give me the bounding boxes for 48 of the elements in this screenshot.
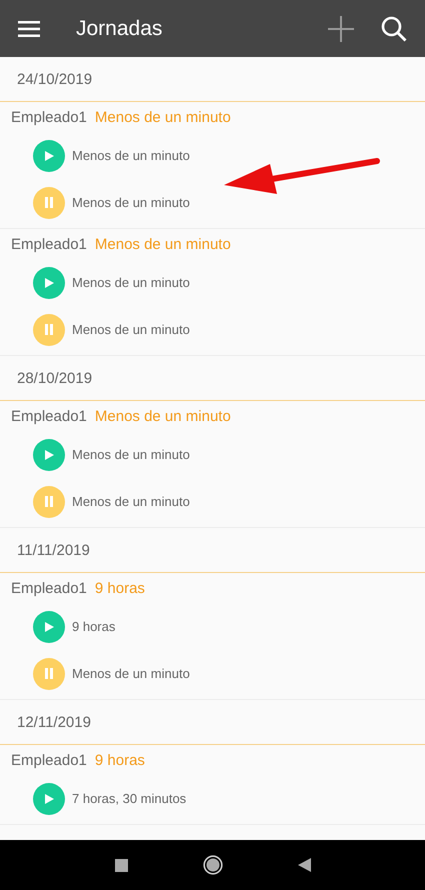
search-icon[interactable] <box>381 16 407 42</box>
date-header: 24/10/2019 <box>0 57 425 102</box>
pause-button[interactable] <box>33 186 65 218</box>
play-icon <box>43 620 55 632</box>
total-duration: 9 horas <box>94 752 145 768</box>
play-icon <box>43 276 55 288</box>
pause-button[interactable] <box>33 658 65 690</box>
pause-icon <box>44 668 54 679</box>
play-icon <box>43 150 55 162</box>
pause-icon <box>44 324 54 335</box>
employee-name: Empleado1 <box>11 580 87 596</box>
pause-icon <box>44 496 54 507</box>
entry-duration: Menos de un minuto <box>72 494 190 509</box>
play-button[interactable] <box>33 610 65 642</box>
play-icon <box>43 792 55 804</box>
play-button[interactable] <box>33 266 65 298</box>
play-button[interactable] <box>33 438 65 470</box>
entry-duration: Menos de un minuto <box>72 447 190 462</box>
date-header: 12/11/2019 <box>0 700 425 745</box>
entry-duration: 9 horas <box>72 619 116 634</box>
home-button[interactable] <box>202 855 222 875</box>
play-icon <box>43 448 55 460</box>
employee-name: Empleado1 <box>11 408 87 424</box>
pause-button[interactable] <box>33 486 65 518</box>
employee-name: Empleado1 <box>11 236 87 252</box>
play-button[interactable] <box>33 140 65 172</box>
employee-name: Empleado1 <box>11 108 87 126</box>
total-duration: 9 horas <box>94 580 145 596</box>
pause-icon <box>44 197 54 208</box>
employee-name: Empleado1 <box>11 752 87 768</box>
recents-button[interactable] <box>114 858 128 872</box>
entry-duration: Menos de un minuto <box>72 275 190 290</box>
screen-title: Jornadas <box>76 16 164 40</box>
back-button[interactable] <box>298 858 310 872</box>
entry-duration: Menos de un minuto <box>72 195 190 210</box>
total-duration: Menos de un minuto <box>94 236 231 252</box>
add-icon[interactable] <box>327 14 355 42</box>
entry-duration: Menos de un minuto <box>72 322 190 337</box>
date-header: 28/10/2019 <box>0 356 425 401</box>
entry-duration: Menos de un minuto <box>72 148 190 163</box>
date-header: 11/11/2019 <box>0 528 425 573</box>
menu-icon[interactable] <box>18 20 40 36</box>
pause-button[interactable] <box>33 314 65 346</box>
entry-duration: 7 horas, 30 minutos <box>72 791 186 806</box>
play-button[interactable] <box>33 782 65 814</box>
total-duration: Menos de un minuto <box>94 408 231 424</box>
total-duration: Menos de un minuto <box>94 108 231 126</box>
entry-duration: Menos de un minuto <box>72 666 190 681</box>
